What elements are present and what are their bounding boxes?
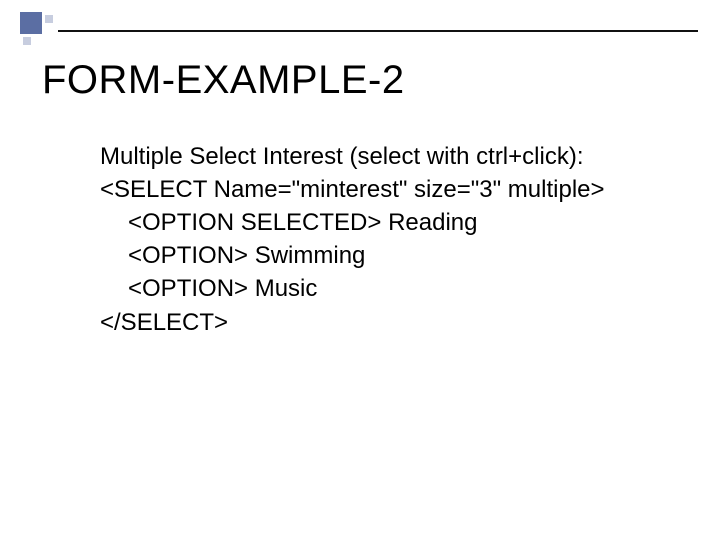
text-line: <OPTION> Music (100, 272, 680, 305)
page-title: FORM-EXAMPLE-2 (42, 58, 405, 103)
text-line: </SELECT> (100, 306, 680, 339)
corner-decoration (20, 12, 54, 46)
text-line: <OPTION> Swimming (100, 239, 680, 272)
divider (58, 30, 698, 32)
square-icon (45, 15, 53, 23)
text-line: <SELECT Name="minterest" size="3" multip… (100, 173, 680, 206)
slide: FORM-EXAMPLE-2 Multiple Select Interest … (0, 0, 720, 540)
text-line: Multiple Select Interest (select with ct… (100, 140, 680, 173)
square-icon (23, 37, 31, 45)
body-text: Multiple Select Interest (select with ct… (100, 140, 680, 339)
text-line: <OPTION SELECTED> Reading (100, 206, 680, 239)
square-icon (20, 12, 42, 34)
